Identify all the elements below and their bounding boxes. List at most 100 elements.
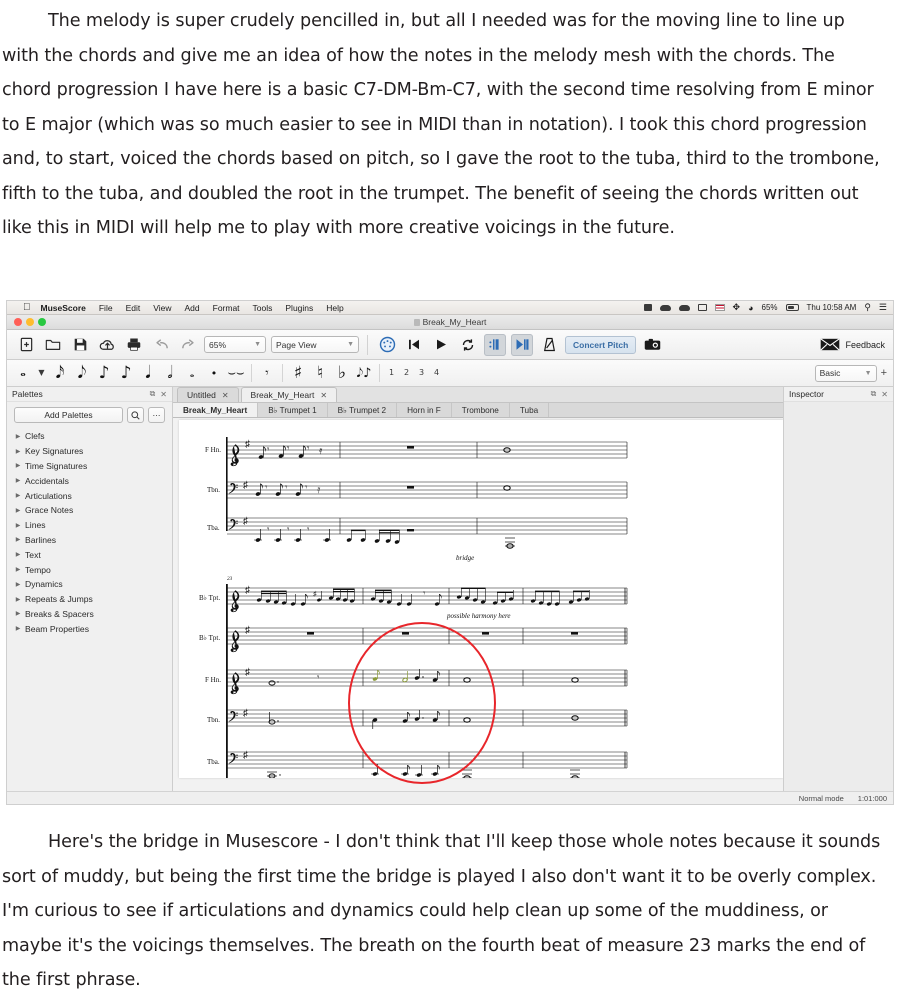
view-mode-select[interactable]: Page View ▼ <box>271 336 359 353</box>
rewind-button[interactable] <box>403 334 425 356</box>
close-icon[interactable]: ✕ <box>222 391 229 400</box>
search-icon[interactable]: ⚲ <box>864 302 871 313</box>
new-score-button[interactable] <box>15 334 37 356</box>
note-input-mode-button[interactable]: 𝅝 <box>13 362 33 384</box>
menu-help[interactable]: Help <box>326 303 343 313</box>
part-tab-bb-trumpet-1[interactable]: B♭ Trumpet 1 <box>258 403 328 417</box>
palette-item-text[interactable]: ▶ Text <box>11 547 172 562</box>
menu-plugins[interactable]: Plugins <box>285 303 313 313</box>
menu-add[interactable]: Add <box>185 303 200 313</box>
palette-item-key-signatures[interactable]: ▶ Key Signatures <box>11 444 172 459</box>
screen-icon[interactable] <box>643 304 652 311</box>
duration-quarter-button[interactable]: 𝅘𝅥 <box>138 362 158 384</box>
undock-icon[interactable]: ⧉ <box>871 389 877 399</box>
document-tab-break-my-heart[interactable]: Break_My_Heart ✕ <box>240 387 338 402</box>
voice-1-button[interactable]: 1 <box>385 362 398 384</box>
redo-button[interactable] <box>177 334 199 356</box>
palette-item-clefs[interactable]: ▶ Clefs <box>11 429 172 444</box>
part-tab-trombone[interactable]: Trombone <box>452 403 510 417</box>
duration-64th-button[interactable]: 𝅘𝅥𝅯 <box>50 362 70 384</box>
undock-icon[interactable]: ⧉ <box>150 389 156 399</box>
cloud-icon[interactable] <box>678 304 690 311</box>
menu-edit[interactable]: Edit <box>126 303 141 313</box>
duration-32nd-button[interactable]: 𝅘𝅥𝅮 <box>72 362 92 384</box>
save-button[interactable] <box>69 334 91 356</box>
palette-item-articulations[interactable]: ▶ Articulations <box>11 488 172 503</box>
undo-button[interactable] <box>150 334 172 356</box>
palette-item-breaks-spacers[interactable]: ▶ Breaks & Spacers <box>11 607 172 622</box>
score-canvas[interactable]: ♯ ♯ <box>173 418 783 791</box>
part-tabs: Break_My_Heart B♭ Trumpet 1 B♭ Trumpet 2… <box>173 403 783 418</box>
menu-format[interactable]: Format <box>213 303 240 313</box>
bluetooth-icon[interactable]: ✥ <box>733 302 741 313</box>
menu-file[interactable]: File <box>99 303 113 313</box>
wifi-icon[interactable]: ◕ <box>748 303 753 313</box>
duration-half-button[interactable]: 𝅗𝅥 <box>160 362 180 384</box>
palette-item-repeats-jumps[interactable]: ▶ Repeats & Jumps <box>11 592 172 607</box>
palette-item-barlines[interactable]: ▶ Barlines <box>11 533 172 548</box>
part-tab-score[interactable]: Break_My_Heart <box>173 403 259 417</box>
close-icon[interactable]: ✕ <box>881 390 888 399</box>
palette-item-tempo[interactable]: ▶ Tempo <box>11 562 172 577</box>
workspace-select[interactable]: Basic ▼ <box>814 364 877 382</box>
chevron-down-icon[interactable]: ▼ <box>35 362 48 384</box>
cloud-icon[interactable] <box>659 304 671 311</box>
palette-item-label: Lines <box>25 520 46 531</box>
feedback-button[interactable]: Feedback <box>820 338 885 351</box>
metronome-button[interactable] <box>538 334 560 356</box>
svg-text:♯: ♯ <box>245 667 250 678</box>
us-flag-icon[interactable] <box>714 304 725 311</box>
document-tab-untitled[interactable]: Untitled ✕ <box>177 387 239 402</box>
add-workspace-button[interactable]: + <box>881 367 887 379</box>
palette-item-time-signatures[interactable]: ▶ Time Signatures <box>11 459 172 474</box>
score-page-1[interactable]: ♯ ♯ <box>179 420 783 784</box>
save-online-button[interactable] <box>96 334 118 356</box>
print-button[interactable] <box>123 334 145 356</box>
palette-item-lines[interactable]: ▶ Lines <box>11 518 172 533</box>
part-tab-bb-trumpet-2[interactable]: B♭ Trumpet 2 <box>328 403 398 417</box>
voice-3-button[interactable]: 3 <box>415 362 428 384</box>
workspace-controls: Basic ▼ + <box>814 364 887 382</box>
part-tab-tuba[interactable]: Tuba <box>510 403 550 417</box>
palette-item-accidentals[interactable]: ▶ Accidentals <box>11 473 172 488</box>
midi-input-toggle[interactable] <box>376 334 398 356</box>
concert-pitch-button[interactable]: Concert Pitch <box>565 335 637 354</box>
palette-item-dynamics[interactable]: ▶ Dynamics <box>11 577 172 592</box>
voice-2-button[interactable]: 2 <box>400 362 413 384</box>
tie-button[interactable]: ⌣⌣ <box>226 362 246 384</box>
grace-note-button[interactable]: 𝅘𝅥𝅮♪ <box>354 362 374 384</box>
rest-button[interactable]: 𝄾 <box>257 362 277 384</box>
concert-pitch-label: Concert Pitch <box>573 339 629 350</box>
menu-app-name[interactable]: MuseScore <box>41 303 86 313</box>
menu-tools[interactable]: Tools <box>253 303 273 313</box>
zoom-level-select[interactable]: 65% ▼ <box>204 336 266 353</box>
palette-item-grace-notes[interactable]: ▶ Grace Notes <box>11 503 172 518</box>
duration-eighth-button[interactable]: ♪ <box>116 362 136 384</box>
augmentation-dot-button[interactable]: • <box>204 362 224 384</box>
sharp-button[interactable]: ♯ <box>288 362 308 384</box>
control-center-icon[interactable]: ☰ <box>879 302 887 313</box>
close-icon[interactable]: ✕ <box>160 390 167 399</box>
add-palettes-button[interactable]: Add Palettes <box>14 407 123 423</box>
duration-16th-button[interactable]: ♪ <box>94 362 114 384</box>
play-button[interactable] <box>430 334 452 356</box>
play-repeats-button[interactable] <box>484 333 506 356</box>
duration-whole-button[interactable]: 𝅝 <box>182 362 202 384</box>
flat-button[interactable]: ♭ <box>332 362 352 384</box>
natural-button[interactable]: ♮ <box>310 362 330 384</box>
chevron-right-icon: ▶ <box>15 581 21 588</box>
part-tab-horn-in-f[interactable]: Horn in F <box>397 403 452 417</box>
close-icon[interactable]: ✕ <box>320 391 327 400</box>
palette-item-beam-properties[interactable]: ▶ Beam Properties <box>11 621 172 636</box>
voice-4-button[interactable]: 4 <box>430 362 443 384</box>
menu-view[interactable]: View <box>153 303 171 313</box>
apple-logo-icon[interactable]:  <box>23 302 31 313</box>
palette-search-button[interactable] <box>127 407 144 423</box>
loop-button[interactable] <box>457 334 479 356</box>
clock-label[interactable]: Thu 10:58 AM <box>807 303 857 312</box>
pan-score-button[interactable] <box>511 333 533 356</box>
airplay-icon[interactable] <box>697 304 707 311</box>
open-file-button[interactable] <box>42 334 64 356</box>
image-capture-button[interactable] <box>641 334 663 356</box>
palette-more-button[interactable]: ⋯ <box>148 407 165 423</box>
